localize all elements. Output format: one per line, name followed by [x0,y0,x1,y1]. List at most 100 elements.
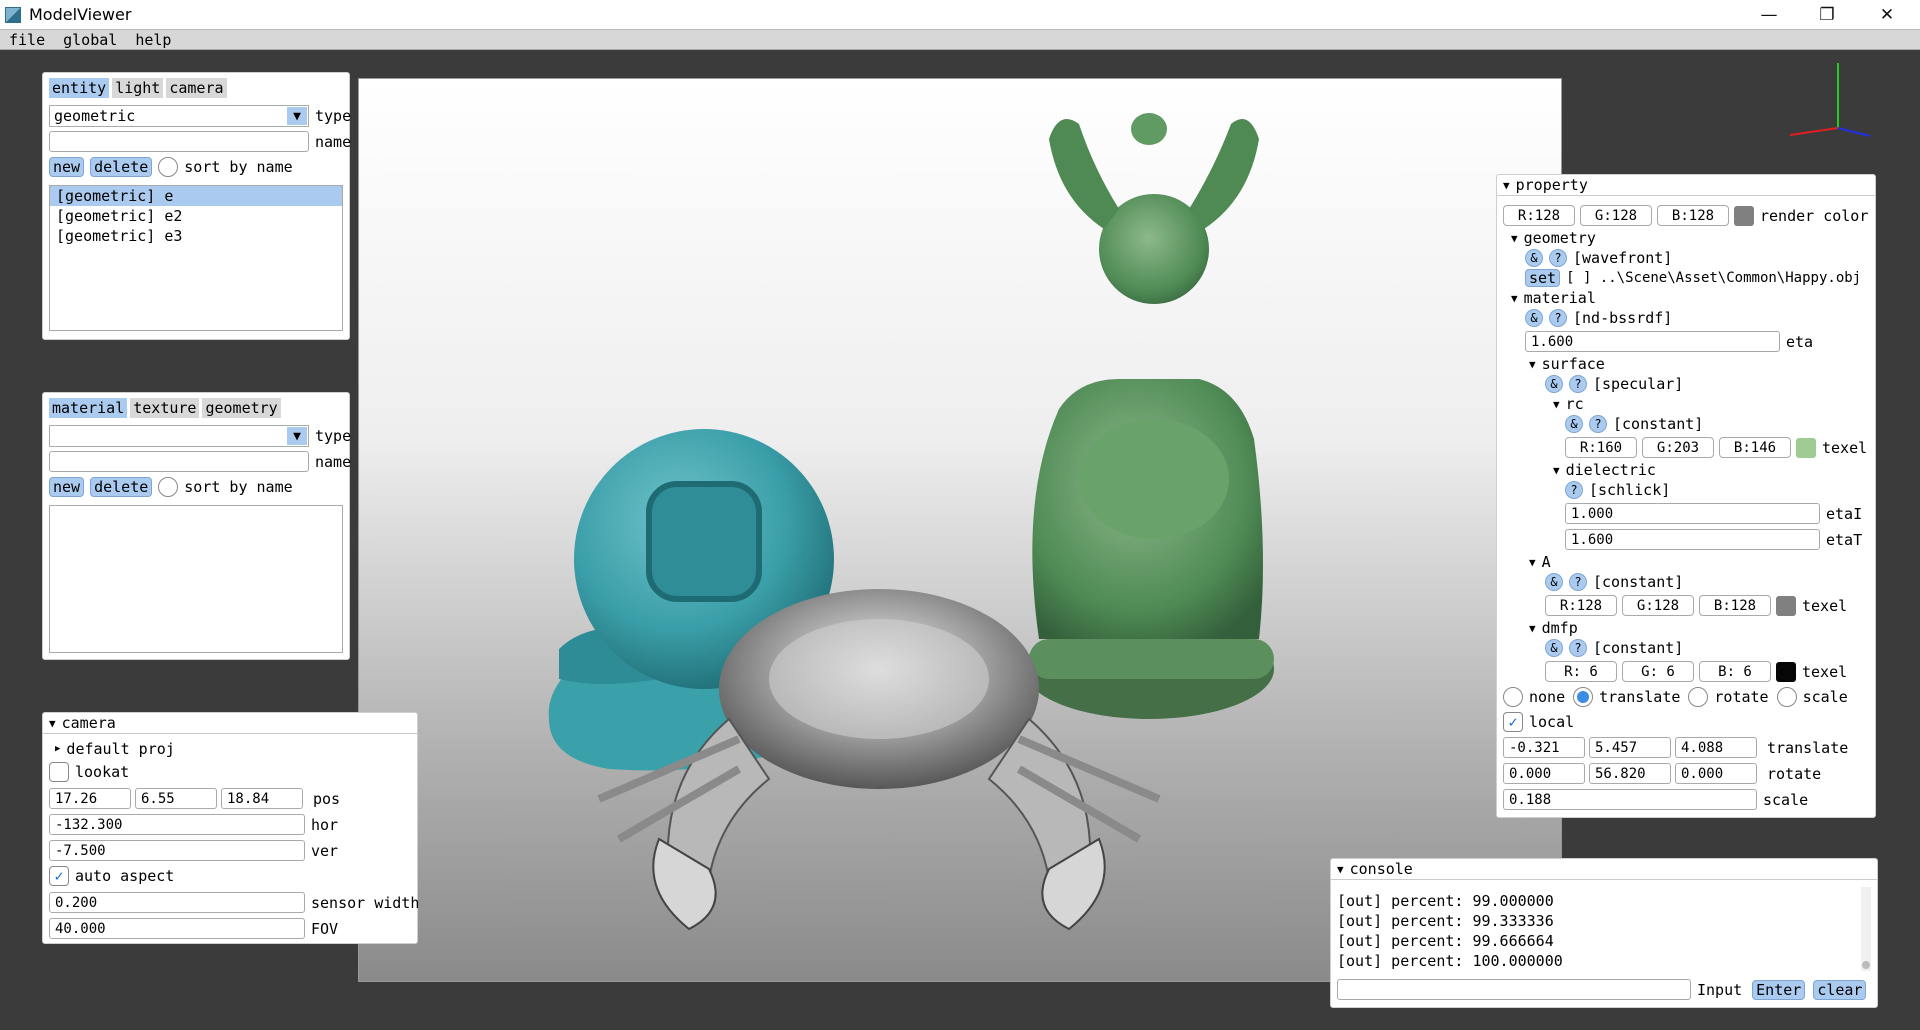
help-icon[interactable]: ? [1549,309,1567,327]
material-type-select[interactable]: ▼ [49,425,309,447]
collapse-icon[interactable]: ▼ [1529,358,1536,371]
sensor-width-input[interactable]: 0.200 [49,892,305,913]
render-color-g[interactable]: G:128 [1580,205,1652,226]
dmfp-b[interactable]: B: 6 [1699,661,1771,682]
translate-x-input[interactable]: -0.321 [1503,737,1585,758]
sort-by-name-checkbox[interactable] [158,157,179,177]
enter-button[interactable]: Enter [1752,979,1806,1000]
collapse-icon[interactable]: ▼ [1553,464,1560,477]
delete-material-button[interactable]: delete [90,477,153,497]
restore-button[interactable]: ❐ [1798,0,1856,29]
close-button[interactable]: ✕ [1858,0,1916,29]
ref-icon[interactable]: & [1565,415,1583,433]
help-icon[interactable]: ? [1569,573,1587,591]
rotate-z-input[interactable]: 0.000 [1675,763,1757,784]
hor-input[interactable]: -132.300 [49,814,305,835]
new-entity-button[interactable]: new [49,157,85,177]
dmfp-g[interactable]: G: 6 [1622,661,1694,682]
new-material-button[interactable]: new [49,477,85,497]
help-icon[interactable]: ? [1569,639,1587,657]
set-geometry-button[interactable]: set [1525,269,1561,287]
minimize-button[interactable]: — [1740,0,1798,29]
local-checkbox[interactable]: ✓ [1503,712,1523,732]
translate-y-input[interactable]: 5.457 [1589,737,1671,758]
tab-camera[interactable]: camera [166,78,227,98]
menu-file[interactable]: file [0,31,54,49]
A-r[interactable]: R:128 [1545,595,1617,616]
help-icon[interactable]: ? [1569,375,1587,393]
menu-help[interactable]: help [126,31,180,49]
render-viewport[interactable] [358,78,1562,982]
rc-b[interactable]: B:146 [1719,437,1791,458]
console-input[interactable] [1337,979,1691,1000]
delete-entity-button[interactable]: delete [90,157,153,177]
menu-global[interactable]: global [54,31,126,49]
collapse-icon[interactable]: ▼ [1529,556,1536,569]
expand-icon[interactable]: ▶ [55,744,60,754]
ref-icon[interactable]: & [1545,639,1563,657]
entity-name-input[interactable] [49,131,309,152]
collapse-icon[interactable]: ▼ [1553,398,1560,411]
dropdown-arrow-icon[interactable]: ▼ [287,107,307,125]
tab-geometry[interactable]: geometry [202,398,281,418]
rc-swatch[interactable] [1796,437,1816,458]
translate-z-input[interactable]: 4.088 [1675,737,1757,758]
help-icon[interactable]: ? [1589,415,1607,433]
collapse-icon[interactable]: ▼ [1529,622,1536,635]
entity-type-select[interactable]: geometric ▼ [49,105,309,127]
default-proj-label[interactable]: default proj [66,740,174,758]
render-color-r[interactable]: R:128 [1503,205,1575,226]
rc-g[interactable]: G:203 [1642,437,1714,458]
dmfp-r[interactable]: R: 6 [1545,661,1617,682]
pos-y-input[interactable]: 6.55 [135,788,217,809]
console-scrollbar[interactable] [1861,887,1871,971]
help-icon[interactable]: ? [1565,481,1583,499]
tab-entity[interactable]: entity [49,78,110,98]
mode-translate-radio[interactable] [1573,687,1594,707]
scale-input[interactable]: 0.188 [1503,789,1757,810]
camera-header[interactable]: ▼ camera [43,713,417,734]
render-color-swatch[interactable] [1734,205,1754,226]
rotate-y-input[interactable]: 56.820 [1589,763,1671,784]
A-swatch[interactable] [1776,595,1796,616]
auto-aspect-checkbox[interactable]: ✓ [49,866,69,886]
list-item[interactable]: [geometric] e2 [50,206,342,226]
list-item[interactable]: [geometric] e3 [50,226,342,246]
collapse-icon[interactable]: ▼ [1511,232,1518,245]
rotate-x-input[interactable]: 0.000 [1503,763,1585,784]
lookat-checkbox[interactable] [49,762,69,782]
collapse-icon[interactable]: ▼ [1511,292,1518,305]
tab-material[interactable]: material [49,398,128,418]
clear-button[interactable]: clear [1813,979,1867,1000]
material-name-input[interactable] [49,451,309,472]
pos-z-input[interactable]: 18.84 [221,788,303,809]
mode-none-radio[interactable] [1503,687,1523,707]
etaT-input[interactable]: 1.600 [1565,529,1820,550]
property-header[interactable]: ▼ property [1497,175,1875,196]
ref-icon[interactable]: & [1525,249,1543,267]
help-icon[interactable]: ? [1549,249,1567,267]
console-log[interactable]: [out] percent: 99.000000 [out] percent: … [1331,883,1859,973]
ref-icon[interactable]: & [1545,573,1563,591]
etaI-input[interactable]: 1.000 [1565,503,1820,524]
mode-scale-radio[interactable] [1776,687,1797,707]
fov-input[interactable]: 40.000 [49,918,305,939]
dropdown-arrow-icon[interactable]: ▼ [287,427,307,445]
mode-rotate-radio[interactable] [1688,687,1709,707]
pos-x-input[interactable]: 17.26 [49,788,131,809]
A-b[interactable]: B:128 [1699,595,1771,616]
tab-texture[interactable]: texture [130,398,200,418]
list-item[interactable]: [geometric] e [50,186,342,206]
render-color-b[interactable]: B:128 [1657,205,1729,226]
A-g[interactable]: G:128 [1622,595,1694,616]
ver-input[interactable]: -7.500 [49,840,305,861]
scale-label: scale [1763,790,1809,809]
sort-by-name-checkbox[interactable] [158,477,179,497]
rc-r[interactable]: R:160 [1565,437,1637,458]
dmfp-swatch[interactable] [1776,661,1796,682]
console-header[interactable]: ▼ console [1331,859,1877,880]
ref-icon[interactable]: & [1525,309,1543,327]
tab-light[interactable]: light [112,78,164,98]
ref-icon[interactable]: & [1545,375,1563,393]
eta-input[interactable]: 1.600 [1525,331,1780,352]
